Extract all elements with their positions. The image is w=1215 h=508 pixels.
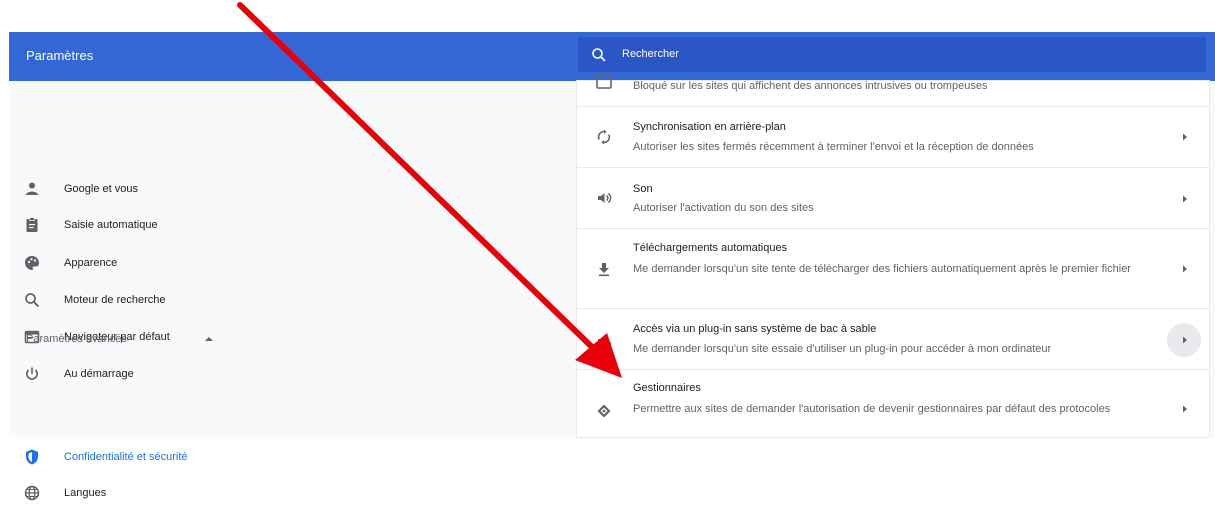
sidebar-item-au-demarrage[interactable]: Au démarrage: [9, 359, 309, 389]
settings-header: Paramètres Rechercher: [9, 32, 1215, 81]
setting-description: Permettre aux sites de demander l'autori…: [633, 403, 1111, 415]
site-settings-card: Bloqué sur les sites qui affichent des a…: [577, 73, 1209, 440]
advanced-settings-toggle[interactable]: Paramètres avancés: [9, 328, 249, 350]
setting-title: Accès via un plug-in sans système de bac…: [633, 323, 877, 335]
setting-description: Bloqué sur les sites qui affichent des a…: [633, 80, 988, 92]
search-input[interactable]: Rechercher: [622, 48, 679, 60]
sidebar-item-label: Langues: [64, 487, 107, 499]
sidebar-item-apparence[interactable]: Apparence: [9, 248, 309, 278]
shield-icon: [26, 449, 38, 465]
palette-icon: [25, 256, 39, 270]
sidebar-item-label: Au démarrage: [64, 368, 134, 380]
setting-title: Gestionnaires: [633, 382, 701, 394]
sidebar: Google et vous Saisie automatique Appare…: [9, 81, 569, 501]
search-icon: [592, 48, 606, 62]
sidebar-item-label: Confidentialité et sécurité: [64, 451, 188, 463]
setting-description: Me demander lorsqu'un site tente de télé…: [633, 263, 1131, 275]
arrow-right-icon: [1183, 195, 1187, 203]
globe-icon: [24, 485, 40, 501]
setting-row-ads[interactable]: Bloqué sur les sites qui affichent des a…: [577, 73, 1209, 107]
setting-title: Téléchargements automatiques: [633, 242, 788, 254]
setting-row-sync[interactable]: Synchronisation en arrière-plan Autorise…: [577, 106, 1209, 168]
handler-icon: [597, 404, 611, 418]
sidebar-item-label: Moteur de recherche: [64, 294, 166, 306]
setting-title: Son: [633, 183, 653, 195]
setting-row-telechargements[interactable]: Téléchargements automatiques Me demander…: [577, 228, 1209, 309]
download-icon: [599, 263, 609, 277]
caret-up-icon: [205, 337, 213, 341]
sidebar-item-label: Apparence: [64, 257, 118, 269]
clipboard-icon: [26, 217, 38, 232]
setting-description: Autoriser les sites fermés récemment à t…: [633, 141, 1034, 153]
arrow-right-icon: [1183, 336, 1187, 344]
volume-icon: [598, 192, 612, 204]
setting-row-son[interactable]: Son Autoriser l'activation du son des si…: [577, 167, 1209, 229]
arrow-right-icon: [1183, 405, 1187, 413]
page-title: Paramètres: [26, 48, 94, 63]
sidebar-item-google-et-vous[interactable]: Google et vous: [9, 174, 309, 204]
search-icon: [25, 293, 40, 308]
advanced-settings-label: Paramètres avancés: [26, 333, 127, 345]
sidebar-item-moteur-de-recherche[interactable]: Moteur de recherche: [9, 285, 309, 315]
setting-row-gestionnaires[interactable]: Gestionnaires Permettre aux sites de dem…: [577, 369, 1209, 440]
person-icon: [26, 182, 38, 195]
power-icon: [26, 367, 38, 380]
search-bar[interactable]: Rechercher: [578, 37, 1206, 72]
arrow-right-icon: [1183, 265, 1187, 273]
sidebar-item-label: Google et vous: [64, 183, 138, 195]
sidebar-item-saisie-automatique[interactable]: Saisie automatique: [9, 210, 309, 240]
setting-description: Autoriser l'activation du son des sites: [633, 202, 814, 214]
setting-description: Me demander lorsqu'un site essaie d'util…: [633, 343, 1052, 355]
setting-title: Synchronisation en arrière-plan: [633, 121, 786, 133]
arrow-right-icon: [1183, 133, 1187, 141]
sidebar-item-label: Saisie automatique: [64, 219, 158, 231]
sync-icon: [597, 129, 611, 145]
puzzle-icon: [598, 336, 612, 349]
ads-icon: [596, 73, 612, 89]
sidebar-item-confidentialite[interactable]: Confidentialité et sécurité: [9, 442, 309, 472]
sidebar-item-langues[interactable]: Langues: [9, 478, 309, 508]
setting-row-plugin[interactable]: Accès via un plug-in sans système de bac…: [577, 308, 1209, 370]
